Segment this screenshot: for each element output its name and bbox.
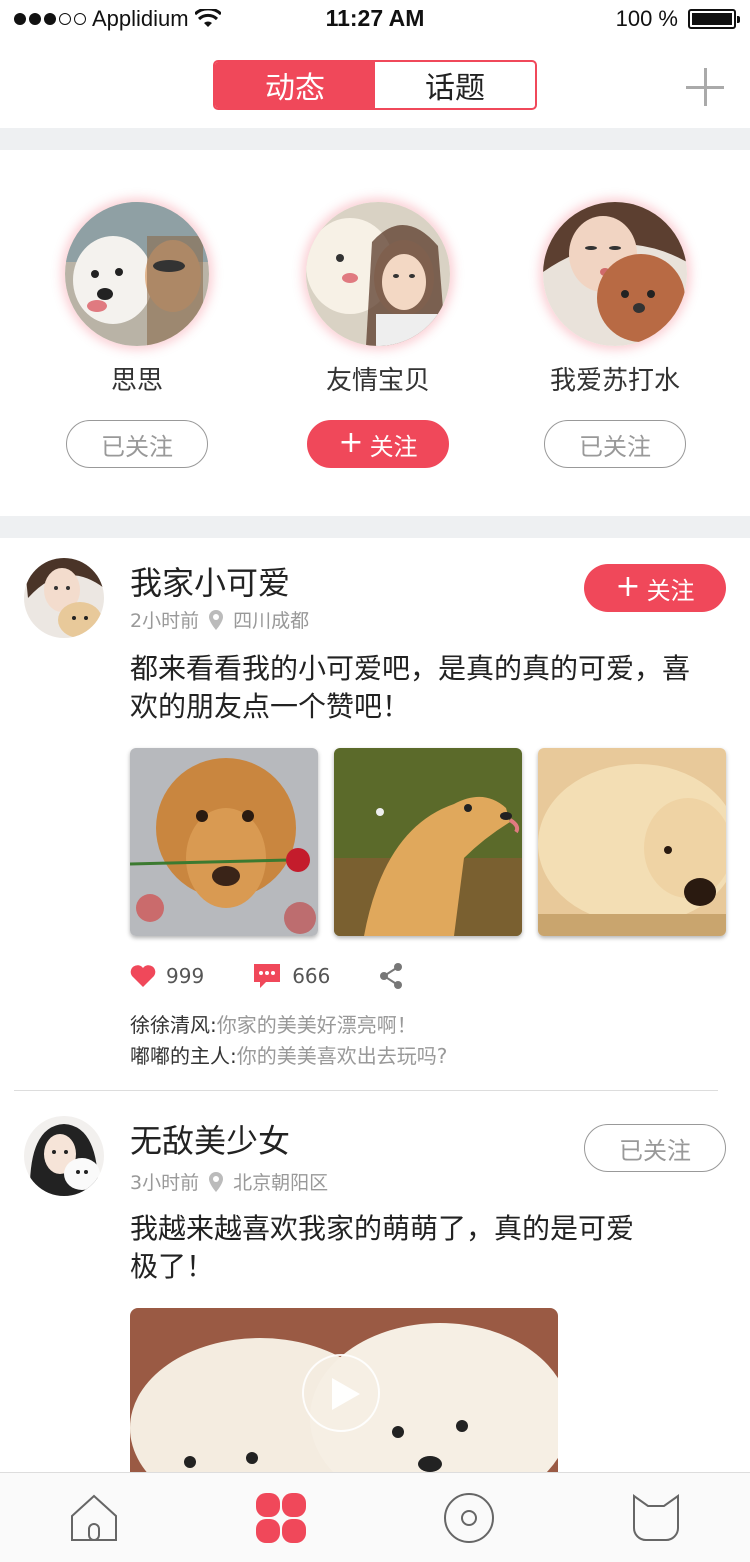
button-label: 已关注 — [619, 1136, 691, 1165]
post-time: 2小时前 — [130, 610, 200, 632]
button-label: 关注 — [646, 576, 695, 605]
section-gap — [0, 128, 750, 150]
plus-icon: + — [338, 425, 364, 460]
tab-home[interactable] — [0, 1473, 188, 1562]
avatar[interactable] — [24, 1116, 104, 1196]
like-button[interactable]: 999 — [130, 964, 204, 988]
post-divider — [14, 1090, 718, 1091]
like-count: 999 — [166, 964, 205, 988]
recommended-user: 友情宝贝 + 关注 — [283, 202, 473, 468]
tab-record[interactable] — [375, 1473, 563, 1562]
post-time: 3小时前 — [130, 1172, 200, 1194]
location-pin-icon — [209, 609, 224, 630]
avatar[interactable] — [543, 202, 687, 346]
recommended-name: 思思 — [110, 366, 163, 396]
post-video[interactable] — [130, 1308, 558, 1488]
share-icon — [380, 963, 403, 989]
comment-text: 你的美美喜欢出去玩吗? — [236, 1044, 448, 1068]
post-card: 无敌美少女 3小时前 北京朝阳区 已关注 我越来越喜欢我家的萌萌了，真的是可爱极… — [0, 1098, 750, 1488]
heart-icon — [130, 965, 156, 987]
plus-icon: + — [615, 569, 641, 604]
section-gap — [0, 516, 750, 538]
recommended-name: 我爱苏打水 — [549, 366, 680, 396]
follow-button[interactable]: + 关注 — [307, 420, 449, 468]
post-location: 四川成都 — [233, 610, 310, 632]
home-icon — [70, 1494, 117, 1541]
post-actions: 999 666 — [130, 962, 452, 990]
follow-button[interactable]: + 关注 — [584, 564, 726, 612]
post-image[interactable] — [130, 748, 318, 936]
comment-text: 你家的美美好漂亮啊！ — [216, 1013, 417, 1037]
button-label: 关注 — [369, 432, 418, 461]
tab-topics[interactable]: 话题 — [375, 62, 535, 108]
recommended-users: 思思 已关注 友情宝贝 + 关注 我爱苏打水 已关注 — [0, 150, 750, 516]
button-label: 已关注 — [579, 432, 651, 461]
battery-icon — [688, 9, 740, 29]
cat-icon — [633, 1493, 680, 1541]
comment-icon — [254, 964, 281, 988]
post-username[interactable]: 无敌美少女 — [130, 1116, 290, 1162]
tab-profile[interactable] — [563, 1473, 750, 1562]
avatar[interactable] — [306, 202, 450, 346]
button-label: 已关注 — [101, 432, 173, 461]
post-images — [130, 748, 726, 936]
post-text: 我越来越喜欢我家的萌萌了，真的是可爱极了！ — [130, 1212, 635, 1283]
tab-discover[interactable] — [188, 1473, 376, 1562]
following-button[interactable]: 已关注 — [544, 420, 686, 468]
post-card: 我家小可爱 2小时前 四川成都 + 关注 都来看看我的小可爱吧，是真的真的可爱，喜… — [0, 538, 750, 1090]
tab-bar — [0, 1472, 750, 1562]
comment-item: 嘟嘟的主人:你的美美喜欢出去玩吗? — [130, 1041, 447, 1072]
disc-icon — [443, 1492, 494, 1543]
recommended-user: 思思 已关注 — [42, 202, 232, 468]
avatar[interactable] — [24, 558, 104, 638]
comment-user[interactable]: 徐徐清风: — [130, 1013, 217, 1037]
status-bar: Applidium 11:27 AM 100 % — [0, 0, 750, 40]
tab-dynamic[interactable]: 动态 — [215, 62, 375, 108]
post-location: 北京朝阳区 — [233, 1172, 329, 1194]
comment-button[interactable]: 666 — [252, 962, 330, 990]
following-button[interactable]: 已关注 — [66, 420, 208, 468]
location-pin-icon — [209, 1171, 224, 1192]
post-username[interactable]: 我家小可爱 — [130, 558, 290, 604]
share-button[interactable] — [378, 962, 404, 990]
comment-list: 徐徐清风:你家的美美好漂亮啊！ 嘟嘟的主人:你的美美喜欢出去玩吗? — [130, 1010, 447, 1072]
post-image[interactable] — [334, 748, 522, 936]
post-meta: 3小时前 北京朝阳区 — [130, 1168, 328, 1195]
segmented-control: 动态 话题 — [213, 60, 537, 110]
post-image[interactable] — [538, 748, 726, 936]
play-icon[interactable] — [302, 1354, 380, 1432]
comment-user[interactable]: 嘟嘟的主人: — [130, 1044, 237, 1068]
battery-percent: 100 % — [615, 6, 678, 31]
comment-item: 徐徐清风:你家的美美好漂亮啊！ — [130, 1010, 447, 1041]
recommended-user: 我爱苏打水 已关注 — [520, 202, 710, 468]
post-text: 都来看看我的小可爱吧，是真的真的可爱，喜欢的朋友点一个赞吧！ — [130, 652, 691, 723]
comment-count: 666 — [292, 964, 331, 988]
top-nav: 动态 话题 — [0, 44, 750, 128]
avatar[interactable] — [65, 202, 209, 346]
status-right: 100 % — [615, 6, 740, 32]
recommended-name: 友情宝贝 — [325, 366, 430, 396]
following-button[interactable]: 已关注 — [584, 1124, 726, 1172]
clover-icon — [256, 1492, 307, 1543]
post-meta: 2小时前 四川成都 — [130, 606, 309, 633]
plus-icon[interactable] — [686, 68, 724, 106]
